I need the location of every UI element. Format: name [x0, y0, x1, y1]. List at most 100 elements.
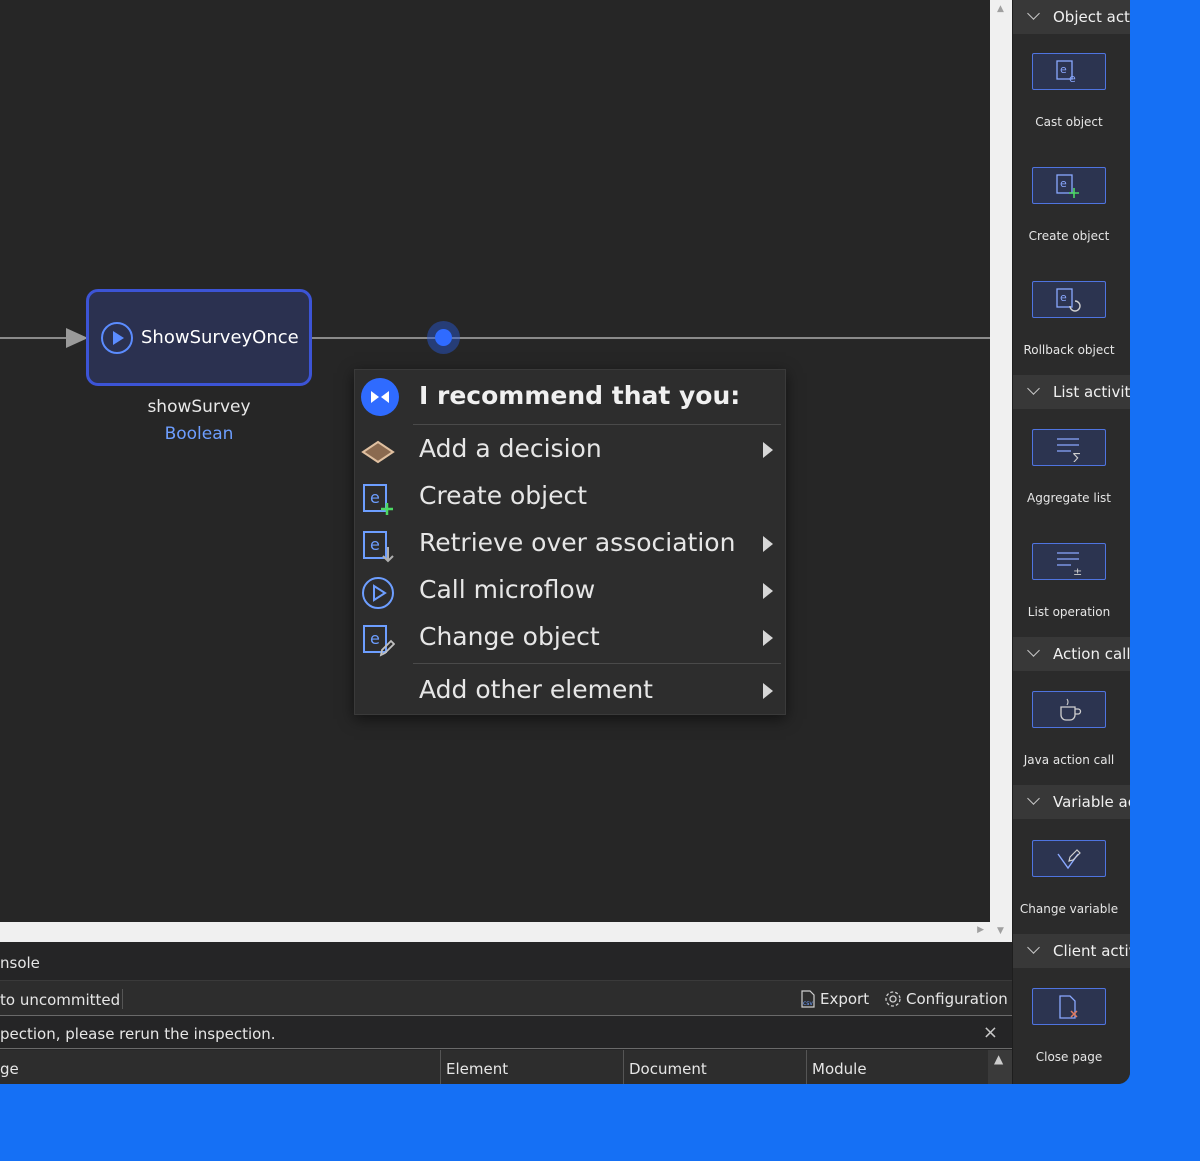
- menu-item-create-object[interactable]: e Create object: [355, 474, 785, 520]
- decision-diamond-icon: [361, 435, 395, 469]
- menu-title: I recommend that you:: [419, 381, 741, 410]
- svg-text:e: e: [370, 535, 380, 554]
- toolbox-item-label: Change variable: [1019, 902, 1119, 916]
- chevron-down-icon: [1027, 644, 1040, 657]
- menu-item-label: Add other element: [419, 675, 653, 704]
- chevron-down-icon: [1027, 382, 1040, 395]
- toolbox-category-client-activities[interactable]: Client activi: [1013, 934, 1130, 968]
- activity-label: ShowSurveyOnce: [141, 327, 299, 348]
- submenu-arrow-icon: [763, 536, 773, 552]
- change-variable-icon: [1032, 840, 1106, 877]
- chevron-down-icon: [1027, 792, 1040, 805]
- canvas-horizontal-scrollbar[interactable]: ▶: [0, 922, 990, 942]
- menu-item-add-other-element[interactable]: Add other element: [355, 668, 785, 714]
- menu-divider: [413, 424, 781, 425]
- toolbar-divider: [122, 989, 123, 1009]
- chevron-down-icon: [1027, 941, 1040, 954]
- studio-window: ShowSurveyOnce showSurvey Boolean I reco…: [0, 0, 1130, 1084]
- microflow-canvas[interactable]: ShowSurveyOnce showSurvey Boolean I reco…: [0, 0, 990, 922]
- export-label: Export: [820, 990, 870, 1008]
- assistant-bot-icon: [361, 378, 399, 416]
- canvas-vertical-scrollbar[interactable]: ▲ ▼: [990, 0, 1012, 942]
- scroll-up-icon[interactable]: ▲: [997, 4, 1004, 14]
- return-variable-type: Boolean: [164, 424, 234, 444]
- toolbox-item-label: Rollback object: [1023, 343, 1115, 357]
- menu-item-call-microflow[interactable]: Call microflow: [355, 568, 785, 614]
- column-header-document[interactable]: Document: [623, 1050, 806, 1084]
- configuration-button[interactable]: Configuration: [884, 990, 1008, 1008]
- console-panel: nsole to uncommitted csv Export Configur…: [0, 942, 1012, 1084]
- svg-text:e: e: [1069, 72, 1076, 85]
- toolbox-item-label: Cast object: [1035, 115, 1103, 129]
- column-header-module[interactable]: Module: [806, 1050, 988, 1084]
- list-operation-icon: ±: [1032, 543, 1106, 580]
- return-variable-name: showSurvey: [147, 397, 251, 417]
- menu-item-label: Create object: [419, 481, 588, 510]
- svg-text:e: e: [370, 488, 380, 507]
- toolbox-item-label: Close page: [1035, 1050, 1103, 1064]
- gear-icon: [885, 991, 901, 1007]
- info-message: pection, please rerun the inspection.: [0, 1025, 276, 1043]
- column-header-message[interactable]: ge: [0, 1050, 440, 1084]
- menu-divider: [413, 663, 781, 664]
- menu-item-change-object[interactable]: e Change object: [355, 615, 785, 661]
- recommendation-menu: I recommend that you: Add a decision e C…: [354, 369, 786, 715]
- flow-arrow-icon: [66, 328, 88, 348]
- toolbox-category-action-call-activities[interactable]: Action call a: [1013, 637, 1130, 671]
- scroll-down-icon[interactable]: ▼: [997, 926, 1004, 936]
- chevron-up-icon[interactable]: ▲: [994, 1052, 1003, 1066]
- category-label: List activitie: [1053, 383, 1130, 401]
- toolbox-category-object-activities[interactable]: Object activ: [1013, 0, 1130, 34]
- filter-toggle[interactable]: to uncommitted: [0, 991, 120, 1009]
- create-object-icon: e: [1032, 167, 1106, 204]
- java-cup-icon: [1032, 691, 1106, 728]
- cast-object-icon: ee: [1032, 53, 1106, 90]
- submenu-arrow-icon: [763, 583, 773, 599]
- menu-item-add-decision[interactable]: Add a decision: [355, 427, 785, 473]
- toolbox-item-label: List operation: [1027, 605, 1111, 619]
- svg-text:∑: ∑: [1073, 451, 1081, 462]
- svg-text:±: ±: [1073, 565, 1082, 576]
- toolbox-item-label: Aggregate list: [1027, 491, 1111, 505]
- svg-text:e: e: [370, 629, 380, 648]
- close-page-icon: [1032, 988, 1106, 1025]
- svg-text:csv: csv: [803, 1000, 813, 1007]
- submenu-arrow-icon: [763, 683, 773, 699]
- console-tab[interactable]: nsole: [0, 954, 40, 972]
- category-label: Variable act: [1053, 793, 1130, 811]
- submenu-arrow-icon: [763, 630, 773, 646]
- menu-item-label: Call microflow: [419, 575, 596, 604]
- svg-text:e: e: [1060, 291, 1067, 304]
- category-label: Client activi: [1053, 942, 1130, 960]
- outgoing-sequence-flow[interactable]: [312, 337, 990, 339]
- close-icon[interactable]: ×: [983, 1022, 998, 1043]
- toolbox-category-list-activities[interactable]: List activitie: [1013, 375, 1130, 409]
- svg-text:e: e: [1060, 63, 1067, 76]
- csv-file-icon: csv: [801, 990, 815, 1008]
- grid-scrollbar[interactable]: ▲: [988, 1050, 1012, 1084]
- aggregate-list-icon: ∑: [1032, 429, 1106, 466]
- scroll-right-icon[interactable]: ▶: [977, 925, 984, 935]
- menu-item-label: Retrieve over association: [419, 528, 736, 557]
- toolbox-item-label: Create object: [1028, 229, 1110, 243]
- microflow-call-activity[interactable]: ShowSurveyOnce: [86, 289, 312, 386]
- incoming-sequence-flow[interactable]: [0, 337, 70, 339]
- export-button[interactable]: csv Export: [800, 990, 869, 1008]
- svg-text:e: e: [1060, 177, 1067, 190]
- toolbox-category-variable-activities[interactable]: Variable act: [1013, 785, 1130, 819]
- microflow-play-icon: [101, 321, 133, 354]
- menu-header: I recommend that you:: [355, 370, 785, 424]
- menu-item-label: Change object: [419, 622, 600, 651]
- retrieve-icon: e: [361, 529, 395, 563]
- create-object-icon: e: [361, 482, 395, 516]
- flow-insert-handle[interactable]: [427, 321, 460, 354]
- change-object-icon: e: [361, 623, 396, 657]
- console-toolbar: to uncommitted csv Export Configuration: [0, 980, 1012, 1016]
- menu-item-retrieve-association[interactable]: e Retrieve over association: [355, 521, 785, 567]
- rollback-object-icon: e: [1032, 281, 1106, 318]
- category-label: Action call a: [1053, 645, 1130, 663]
- column-header-element[interactable]: Element: [440, 1050, 623, 1084]
- chevron-down-icon: [1027, 7, 1040, 20]
- toolbox-item-label: Java action call: [1023, 753, 1115, 767]
- menu-item-label: Add a decision: [419, 434, 602, 463]
